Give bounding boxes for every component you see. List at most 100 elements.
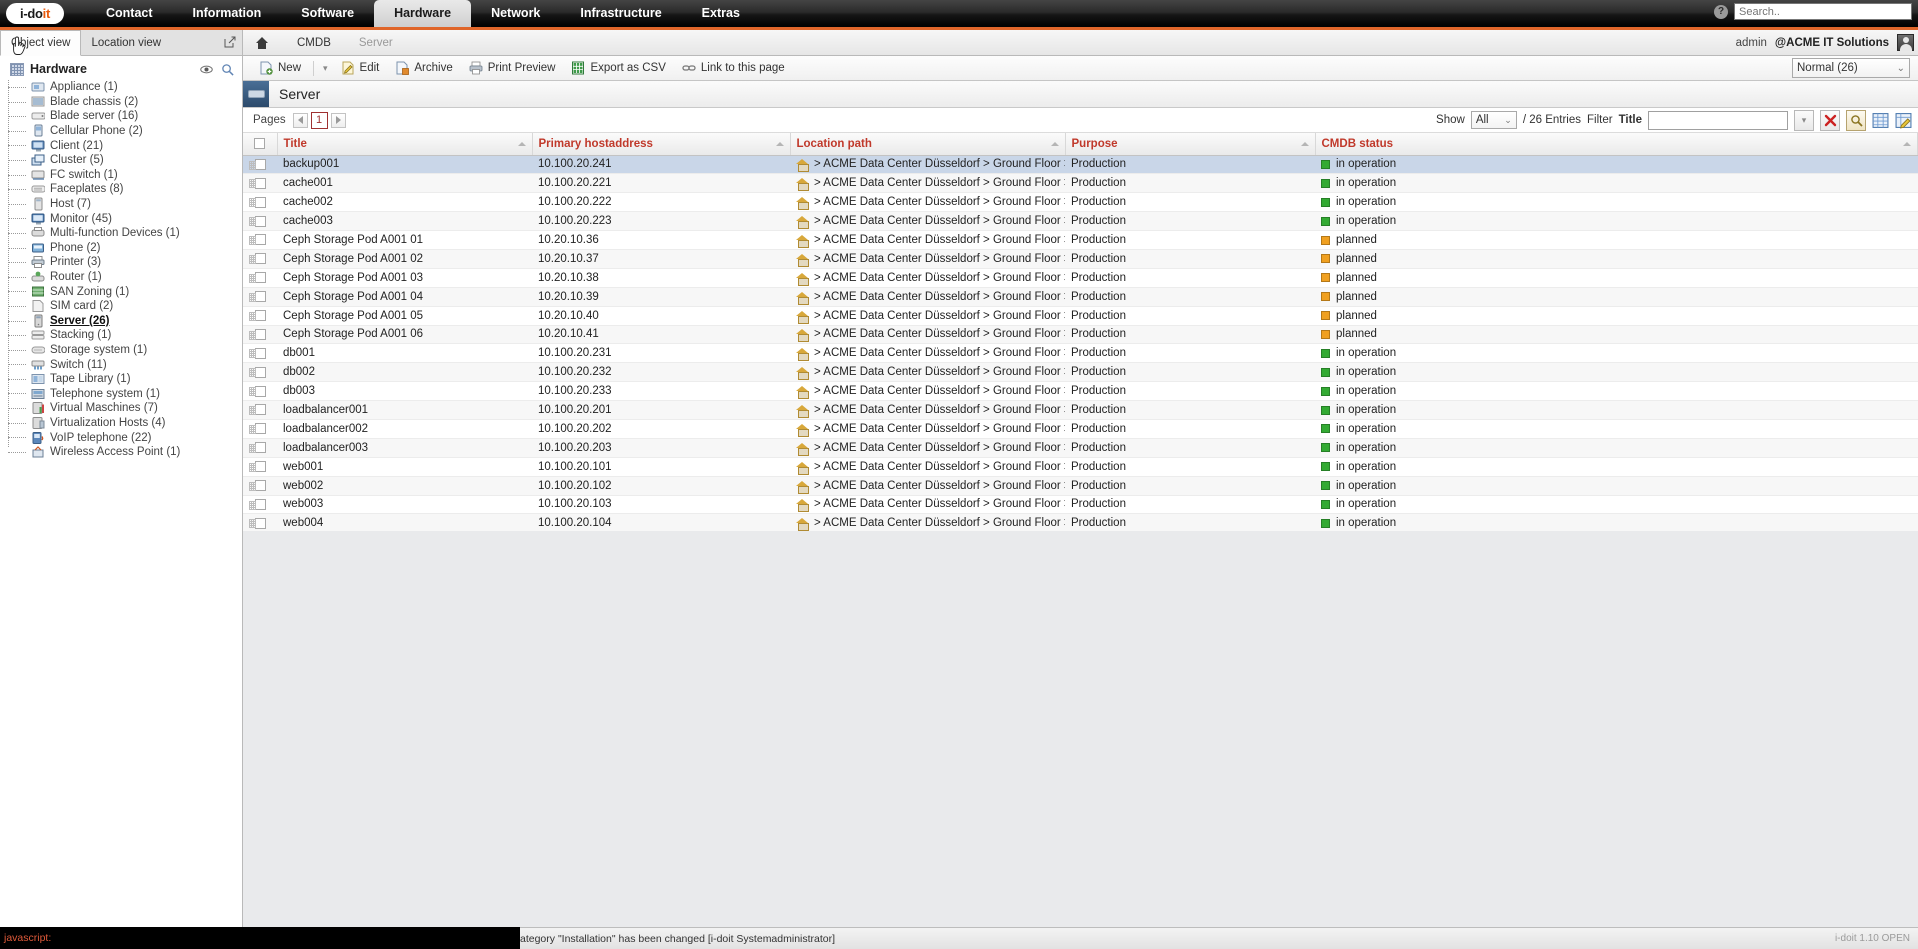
row-select-cell[interactable] [243,231,277,250]
row-checkbox[interactable] [255,234,266,245]
cell-cmdb-status[interactable]: in operation [1315,193,1918,212]
cell-title[interactable]: Ceph Storage Pod A001 06 [277,325,532,344]
cell-location-path[interactable]: > ACME Data Center Düsseldorf > Ground F… [790,155,1065,174]
cell-purpose[interactable]: Production [1065,306,1315,325]
cell-location-path[interactable]: > ACME Data Center Düsseldorf > Ground F… [790,419,1065,438]
cell-location-path[interactable]: > ACME Data Center Düsseldorf > Ground F… [790,306,1065,325]
cell-primary-hostaddress[interactable]: 10.100.20.102 [532,476,790,495]
cell-title[interactable]: web002 [277,476,532,495]
row-drag-handle[interactable] [249,349,256,358]
magnifier-icon[interactable] [221,63,234,76]
cell-purpose[interactable]: Production [1065,231,1315,250]
tree-item-sim-card[interactable]: SIM card (2) [18,299,242,314]
cell-purpose[interactable]: Production [1065,193,1315,212]
row-select-cell[interactable] [243,325,277,344]
row-drag-handle[interactable] [249,255,256,264]
row-drag-handle[interactable] [249,463,256,472]
cell-location-path[interactable]: > ACME Data Center Düsseldorf > Ground F… [790,514,1065,531]
row-select-cell[interactable] [243,155,277,174]
cell-primary-hostaddress[interactable]: 10.100.20.231 [532,344,790,363]
filter-input[interactable] [1648,111,1788,130]
table-row[interactable]: loadbalancer00210.100.20.202> ACME Data … [243,419,1918,438]
cell-title[interactable]: Ceph Storage Pod A001 05 [277,306,532,325]
table-row[interactable]: Ceph Storage Pod A001 0410.20.10.39> ACM… [243,287,1918,306]
row-checkbox[interactable] [255,480,266,491]
row-select-cell[interactable] [243,438,277,457]
cell-purpose[interactable]: Production [1065,155,1315,174]
cell-title[interactable]: web004 [277,514,532,531]
row-checkbox[interactable] [255,272,266,283]
row-drag-handle[interactable] [249,274,256,283]
tree-item-cluster[interactable]: Cluster (5) [18,153,242,168]
tree-item-telephone-system[interactable]: Telephone system (1) [18,386,242,401]
row-checkbox[interactable] [255,291,266,302]
cell-purpose[interactable]: Production [1065,419,1315,438]
cell-primary-hostaddress[interactable]: 10.100.20.201 [532,401,790,420]
cell-purpose[interactable]: Production [1065,174,1315,193]
cell-title[interactable]: web003 [277,495,532,514]
tree-item-faceplates[interactable]: Faceplates (8) [18,182,242,197]
table-row[interactable]: cache00310.100.20.223> ACME Data Center … [243,212,1918,231]
cell-title[interactable]: loadbalancer003 [277,438,532,457]
table-row[interactable]: loadbalancer00110.100.20.201> ACME Data … [243,401,1918,420]
row-select-cell[interactable] [243,419,277,438]
row-drag-handle[interactable] [249,331,256,340]
cell-cmdb-status[interactable]: in operation [1315,155,1918,174]
cell-purpose[interactable]: Production [1065,212,1315,231]
row-select-cell[interactable] [243,514,277,531]
cell-primary-hostaddress[interactable]: 10.100.20.101 [532,457,790,476]
cell-primary-hostaddress[interactable]: 10.20.10.40 [532,306,790,325]
cell-title[interactable]: backup001 [277,155,532,174]
avatar[interactable] [1897,34,1914,51]
row-select-cell[interactable] [243,287,277,306]
table-row[interactable]: web00210.100.20.102> ACME Data Center Dü… [243,476,1918,495]
row-select-cell[interactable] [243,457,277,476]
cell-purpose[interactable]: Production [1065,476,1315,495]
select-all-header[interactable] [243,133,277,155]
cell-location-path[interactable]: > ACME Data Center Düsseldorf > Ground F… [790,457,1065,476]
show-entries-select[interactable]: All ⌄ [1471,111,1517,129]
row-checkbox[interactable] [255,310,266,321]
current-page-number[interactable]: 1 [311,112,328,129]
nav-item-hardware[interactable]: Hardware [374,0,471,27]
view-mode-select[interactable]: Normal (26) ⌄ [1792,58,1910,78]
popout-icon[interactable] [224,36,236,48]
cell-purpose[interactable]: Production [1065,438,1315,457]
cell-purpose[interactable]: Production [1065,344,1315,363]
edit-button[interactable]: Edit [333,58,388,79]
table-row[interactable]: web00410.100.20.104> ACME Data Center Dü… [243,514,1918,531]
row-drag-handle[interactable] [249,444,256,453]
cell-primary-hostaddress[interactable]: 10.100.20.232 [532,363,790,382]
tree-item-fc-switch[interactable]: FC switch (1) [18,168,242,183]
column-header-host[interactable]: Primary hostaddress [532,133,790,155]
cell-purpose[interactable]: Production [1065,495,1315,514]
column-header-title[interactable]: Title [277,133,532,155]
row-drag-handle[interactable] [249,179,256,188]
tree-item-multi-function-devices[interactable]: Multi-function Devices (1) [18,226,242,241]
column-header-purpose[interactable]: Purpose [1065,133,1315,155]
table-row[interactable]: web00310.100.20.103> ACME Data Center Dü… [243,495,1918,514]
cell-primary-hostaddress[interactable]: 10.100.20.103 [532,495,790,514]
row-checkbox[interactable] [255,404,266,415]
row-checkbox[interactable] [255,253,266,264]
cell-cmdb-status[interactable]: in operation [1315,212,1918,231]
row-select-cell[interactable] [243,306,277,325]
cell-location-path[interactable]: > ACME Data Center Düsseldorf > Ground F… [790,476,1065,495]
cell-location-path[interactable]: > ACME Data Center Düsseldorf > Ground F… [790,249,1065,268]
edit-grid-icon[interactable] [1895,112,1912,129]
cell-cmdb-status[interactable]: in operation [1315,495,1918,514]
row-select-cell[interactable] [243,249,277,268]
tree-item-client[interactable]: Client (21) [18,138,242,153]
prev-page-button[interactable] [293,113,308,128]
row-select-cell[interactable] [243,193,277,212]
table-row[interactable]: Ceph Storage Pod A001 0110.20.10.36> ACM… [243,231,1918,250]
table-row[interactable]: db00210.100.20.232> ACME Data Center Düs… [243,363,1918,382]
cell-location-path[interactable]: > ACME Data Center Düsseldorf > Ground F… [790,287,1065,306]
cell-title[interactable]: db001 [277,344,532,363]
view-tab-location-view[interactable]: Location view [81,30,171,55]
table-row[interactable]: db00310.100.20.233> ACME Data Center Düs… [243,382,1918,401]
nav-item-software[interactable]: Software [281,0,374,27]
tree-item-storage-system[interactable]: Storage system (1) [18,343,242,358]
table-row[interactable]: web00110.100.20.101> ACME Data Center Dü… [243,457,1918,476]
table-row[interactable]: db00110.100.20.231> ACME Data Center Düs… [243,344,1918,363]
